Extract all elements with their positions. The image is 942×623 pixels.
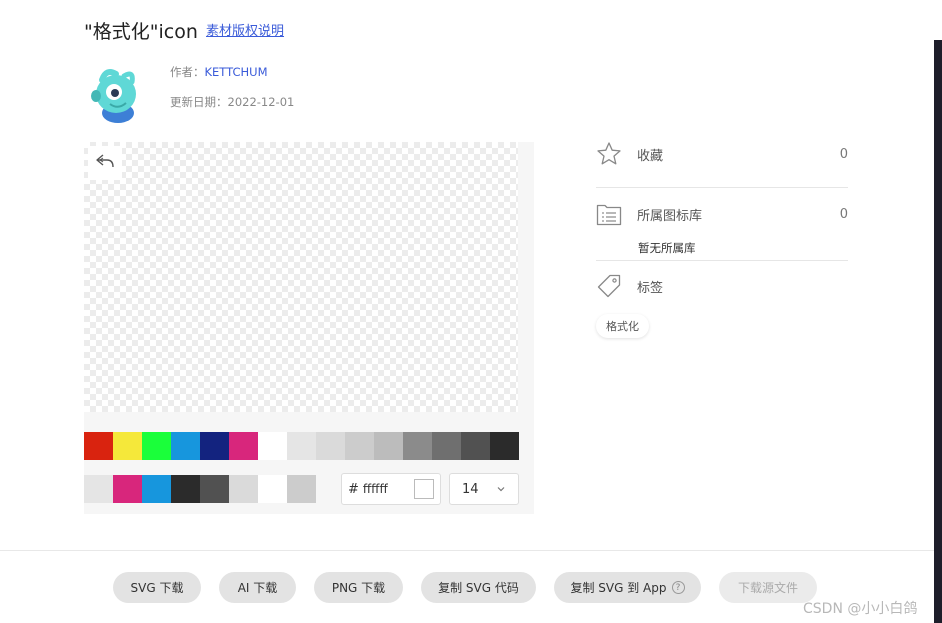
library-icon	[596, 201, 622, 227]
icon-size-value: 14	[462, 481, 479, 497]
help-icon[interactable]: ?	[671, 581, 685, 594]
color-swatch[interactable]	[345, 432, 374, 460]
divider	[596, 260, 848, 261]
color-swatch[interactable]	[461, 432, 490, 460]
color-preview-swatch[interactable]	[414, 479, 434, 499]
tags-row: 标签	[596, 272, 848, 300]
color-swatch[interactable]	[200, 475, 229, 503]
color-swatch[interactable]	[171, 432, 200, 460]
color-swatch[interactable]	[374, 432, 403, 460]
color-swatch[interactable]	[287, 475, 316, 503]
color-hex-value[interactable]: ffffff	[363, 482, 414, 496]
color-swatch[interactable]	[84, 475, 113, 503]
window-edge	[934, 0, 942, 623]
color-swatch[interactable]	[142, 432, 171, 460]
color-swatch[interactable]	[403, 432, 432, 460]
copy-svg-to-app-button[interactable]: 复制 SVG 到 App ?	[554, 572, 701, 603]
tag-icon	[596, 273, 622, 299]
png-download-button[interactable]: PNG 下载	[314, 572, 403, 603]
chevron-down-icon	[496, 483, 506, 498]
favorite-row[interactable]: 收藏 0	[596, 140, 848, 168]
color-swatch[interactable]	[142, 475, 171, 503]
page-title: "格式化"icon	[84, 21, 198, 43]
color-swatch[interactable]	[258, 475, 287, 503]
color-palette-recent	[84, 475, 316, 503]
tag-chip[interactable]: 格式化	[596, 314, 649, 338]
library-row[interactable]: 所属图标库 0	[596, 200, 848, 228]
color-swatch[interactable]	[113, 475, 142, 503]
favorite-label: 收藏	[637, 148, 664, 164]
color-swatch[interactable]	[229, 432, 258, 460]
watermark: CSDN @小小白鸽	[803, 601, 918, 617]
star-icon	[596, 141, 622, 167]
ai-download-button[interactable]: AI 下载	[219, 572, 296, 603]
library-label: 所属图标库	[637, 208, 703, 224]
favorite-count: 0	[839, 146, 848, 162]
color-swatch[interactable]	[258, 432, 287, 460]
library-count: 0	[839, 206, 848, 222]
svg-download-button[interactable]: SVG 下载	[113, 572, 201, 603]
hash-symbol: #	[348, 481, 359, 497]
no-library-text: 暂无所属库	[638, 241, 696, 255]
copyright-link[interactable]: 素材版权说明	[206, 20, 284, 39]
author-avatar[interactable]	[88, 66, 144, 124]
color-swatch[interactable]	[287, 432, 316, 460]
undo-icon	[95, 153, 115, 173]
tags-label: 标签	[637, 280, 664, 296]
date-label: 更新日期：	[170, 95, 228, 109]
icon-size-select[interactable]: 14	[449, 473, 519, 505]
copy-svg-code-button[interactable]: 复制 SVG 代码	[421, 572, 536, 603]
color-swatch[interactable]	[432, 432, 461, 460]
icon-preview-canvas	[84, 142, 518, 412]
author-name-link[interactable]: KETTCHUM	[205, 65, 268, 79]
divider	[596, 187, 848, 188]
color-swatch[interactable]	[113, 432, 142, 460]
color-swatch[interactable]	[229, 475, 258, 503]
color-hex-field[interactable]: # ffffff	[341, 473, 441, 505]
date-value: 2022-12-01	[227, 95, 295, 109]
color-swatch[interactable]	[316, 432, 345, 460]
footer-divider	[0, 550, 934, 551]
color-palette-primary	[84, 432, 519, 460]
copy-svg-to-app-label: 复制 SVG 到 App	[570, 581, 667, 595]
icon-editor-panel: # ffffff 14	[84, 142, 534, 514]
undo-button[interactable]	[88, 146, 122, 180]
update-date: 更新日期：2022-12-01	[170, 94, 294, 110]
color-swatch[interactable]	[490, 432, 519, 460]
color-swatch[interactable]	[200, 432, 229, 460]
color-swatch[interactable]	[84, 432, 113, 460]
author-line: 作者：KETTCHUM	[170, 64, 268, 80]
author-label: 作者：	[170, 65, 205, 79]
color-swatch[interactable]	[171, 475, 200, 503]
